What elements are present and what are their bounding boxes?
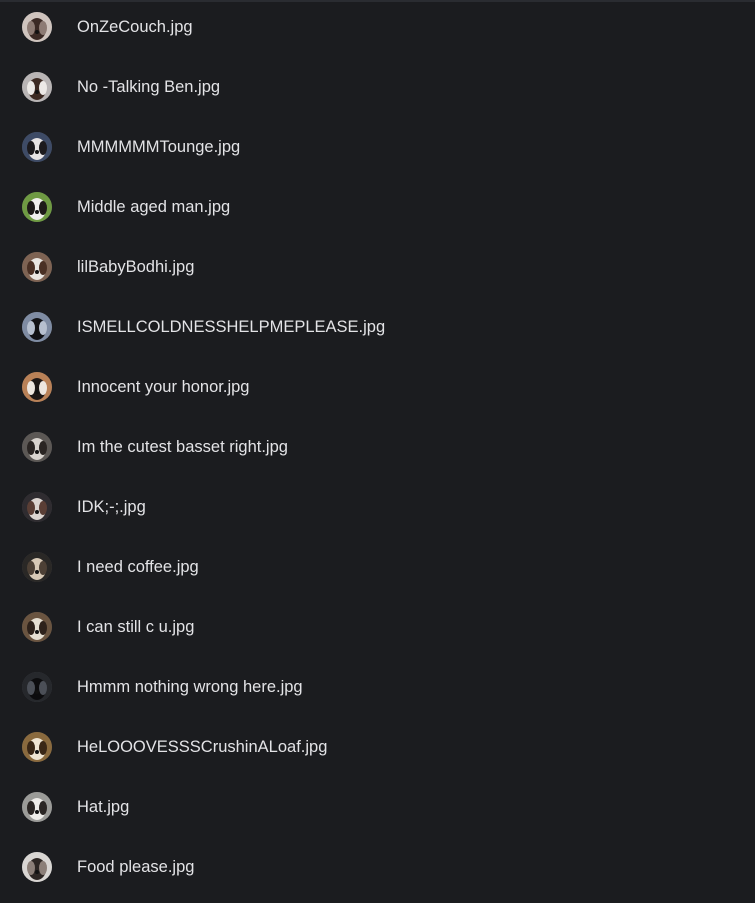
file-list-item[interactable]: MMMMMMTounge.jpg: [0, 123, 755, 183]
file-name-label: Innocent your honor.jpg: [77, 378, 250, 396]
file-list-item[interactable]: Hat.jpg: [0, 783, 755, 843]
file-name-label: Middle aged man.jpg: [77, 198, 231, 216]
file-thumbnail-dog-photo-icon[interactable]: [22, 132, 52, 162]
file-list: OnZeCouch.jpg No -Talking Ben.jpg MMMMMMTo…: [0, 0, 755, 888]
file-list-item[interactable]: Middle aged man.jpg: [0, 183, 755, 243]
file-name-label: OnZeCouch.jpg: [77, 18, 193, 36]
file-thumbnail-dog-photo-icon[interactable]: [22, 312, 52, 342]
file-list-item[interactable]: I can still c u.jpg: [0, 603, 755, 663]
file-thumbnail-dog-photo-icon[interactable]: [22, 672, 52, 702]
file-list-item[interactable]: No -Talking Ben.jpg: [0, 63, 755, 123]
file-thumbnail-dog-photo-icon[interactable]: [22, 12, 52, 42]
file-list-item[interactable]: lilBabyBodhi.jpg: [0, 243, 755, 303]
file-name-label: Food please.jpg: [77, 858, 195, 876]
file-thumbnail-dog-photo-icon[interactable]: [22, 732, 52, 762]
file-name-label: MMMMMMTounge.jpg: [77, 138, 241, 156]
file-list-item[interactable]: Hmmm nothing wrong here.jpg: [0, 663, 755, 723]
file-list-item[interactable]: IDK;-;.jpg: [0, 483, 755, 543]
file-thumbnail-dog-photo-icon[interactable]: [22, 612, 52, 642]
file-thumbnail-dog-photo-icon[interactable]: [22, 492, 52, 522]
file-thumbnail-dog-photo-icon[interactable]: [22, 372, 52, 402]
file-list-item[interactable]: Food please.jpg: [0, 843, 755, 903]
file-name-label: ISMELLCOLDNESSHELPMEPLEASE.jpg: [77, 318, 386, 336]
file-list-item[interactable]: ISMELLCOLDNESSHELPMEPLEASE.jpg: [0, 303, 755, 363]
file-thumbnail-dog-photo-icon[interactable]: [22, 432, 52, 462]
file-thumbnail-dog-photo-icon[interactable]: [22, 72, 52, 102]
file-name-label: Im the cutest basset right.jpg: [77, 438, 288, 456]
file-thumbnail-dog-photo-icon[interactable]: [22, 552, 52, 582]
file-name-label: Hat.jpg: [77, 798, 130, 816]
file-list-item[interactable]: Im the cutest basset right.jpg: [0, 423, 755, 483]
file-name-label: I need coffee.jpg: [77, 558, 199, 576]
file-name-label: Hmmm nothing wrong here.jpg: [77, 678, 303, 696]
file-name-label: HeLOOOVESSSCrushinALoaf.jpg: [77, 738, 328, 756]
file-thumbnail-dog-photo-icon[interactable]: [22, 852, 52, 882]
file-list-item[interactable]: HeLOOOVESSSCrushinALoaf.jpg: [0, 723, 755, 783]
file-list-item[interactable]: Innocent your honor.jpg: [0, 363, 755, 423]
file-name-label: I can still c u.jpg: [77, 618, 195, 636]
file-thumbnail-dog-photo-icon[interactable]: [22, 192, 52, 222]
file-name-label: lilBabyBodhi.jpg: [77, 258, 195, 276]
file-thumbnail-dog-photo-icon[interactable]: [22, 792, 52, 822]
file-list-item[interactable]: OnZeCouch.jpg: [0, 3, 755, 63]
file-name-label: No -Talking Ben.jpg: [77, 78, 221, 96]
file-name-label: IDK;-;.jpg: [77, 498, 146, 516]
file-list-item[interactable]: I need coffee.jpg: [0, 543, 755, 603]
file-thumbnail-dog-photo-icon[interactable]: [22, 252, 52, 282]
